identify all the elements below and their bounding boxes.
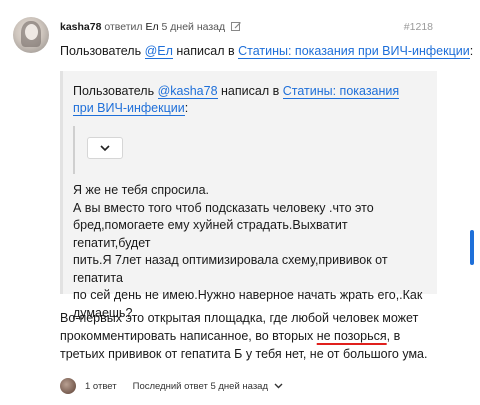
mention-line: Пользователь @Ел написал в Статины: пока… bbox=[60, 43, 473, 59]
post-time: 5 дней назад bbox=[161, 21, 226, 33]
quote-line: бред,помогаете ему хуйней страдать.Выхва… bbox=[73, 218, 348, 250]
reply-avatar bbox=[60, 378, 76, 394]
expand-quote-button[interactable] bbox=[87, 137, 123, 159]
mention-topic-link[interactable]: Статины: показания при ВИЧ-инфекции bbox=[238, 44, 470, 59]
quote-text: Я же не тебя спросила. А вы вместо того … bbox=[73, 182, 428, 322]
reply-to-user[interactable]: Ел bbox=[145, 21, 158, 33]
body-highlight: не позорься bbox=[316, 329, 387, 343]
reply-label: ответил bbox=[104, 21, 143, 33]
scroll-progress-indicator[interactable] bbox=[470, 230, 474, 265]
quote-user-link[interactable]: @kasha78 bbox=[157, 84, 218, 99]
author-name[interactable]: kasha78 bbox=[60, 21, 101, 33]
quote-header: Пользователь @kasha78 написал в Статины:… bbox=[73, 83, 423, 117]
chevron-down-icon[interactable] bbox=[274, 381, 283, 392]
mention-suffix: : bbox=[469, 44, 474, 58]
quote-line: по сей день не имею.Нужно наверное начат… bbox=[73, 288, 423, 302]
last-reply-info[interactable]: Последний ответ 5 дней назад bbox=[133, 381, 268, 392]
post-body: Во-первых это открытая площадка, где люб… bbox=[60, 309, 430, 363]
edit-icon[interactable] bbox=[231, 21, 242, 35]
quote-prefix: Пользователь bbox=[73, 84, 158, 98]
quote-suffix: : bbox=[184, 101, 189, 115]
quote-line: пить.Я 7лет назад оптимизировала схему,п… bbox=[73, 253, 388, 285]
mention-mid: написал в bbox=[172, 44, 239, 58]
mention-user-link[interactable]: @Ел bbox=[144, 44, 173, 59]
post-number[interactable]: #1218 bbox=[404, 21, 433, 33]
replies-footer[interactable]: 1 ответ Последний ответ 5 дней назад bbox=[60, 374, 283, 398]
author-avatar[interactable] bbox=[13, 17, 49, 53]
replies-count[interactable]: 1 ответ bbox=[85, 381, 117, 392]
chevron-down-icon bbox=[100, 139, 110, 157]
quote-block: Пользователь @kasha78 написал в Статины:… bbox=[60, 71, 437, 320]
post-meta: kasha78 ответил Ел 5 дней назад bbox=[60, 21, 242, 35]
mention-prefix: Пользователь bbox=[60, 44, 145, 58]
quote-mid: написал в bbox=[217, 84, 283, 98]
quote-line: Я же не тебя спросила. bbox=[73, 183, 210, 197]
quote-line: А вы вместо того чтоб подсказать человек… bbox=[73, 200, 374, 215]
